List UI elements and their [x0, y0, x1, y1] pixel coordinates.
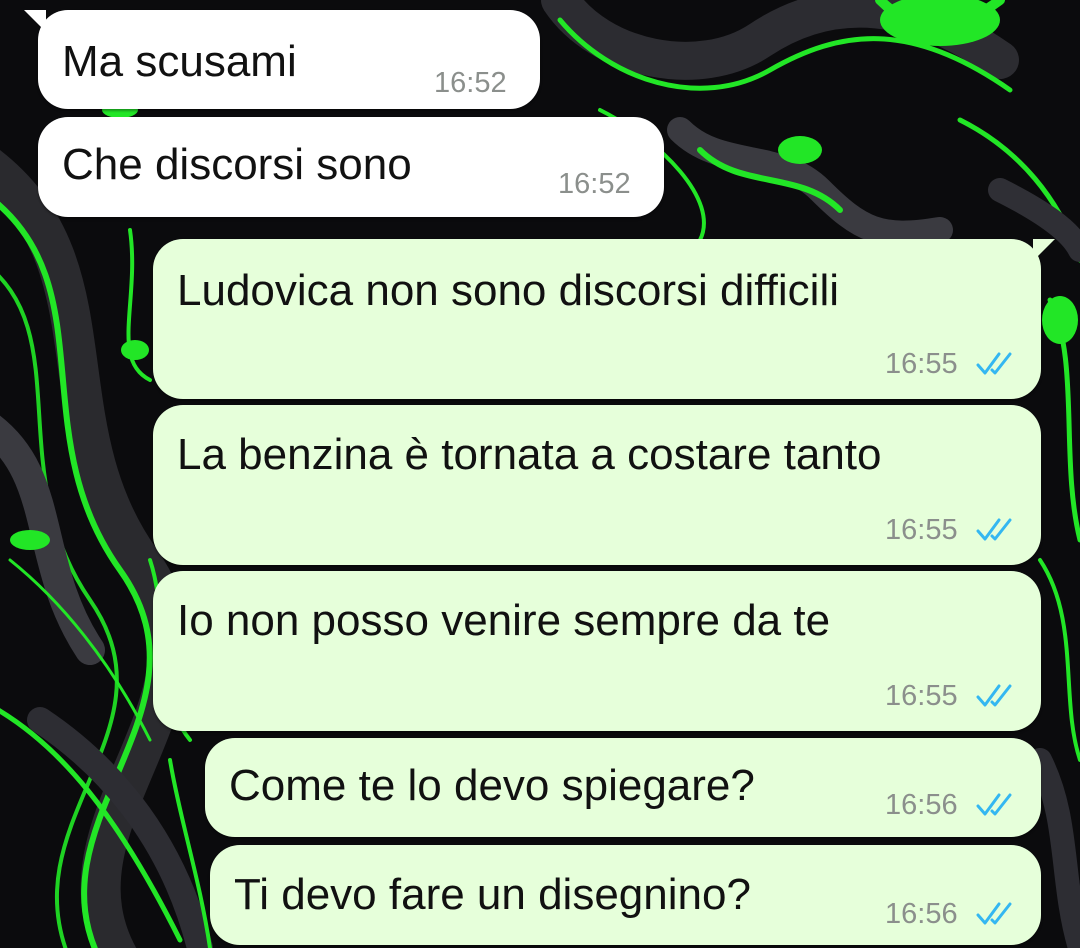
message-text: Come te lo devo spiegare? — [229, 761, 755, 810]
message-bubble[interactable]: Ma scusami 16:52 — [24, 10, 540, 109]
message-text: Che discorsi sono — [62, 140, 412, 189]
message-time: 16:52 — [434, 67, 507, 99]
message-bubble[interactable]: Io non posso venire sempre da te 16:55 — [153, 571, 1041, 731]
read-receipt-icon — [976, 352, 1012, 375]
message-text: Ti devo fare un disegnino? — [234, 870, 751, 919]
read-receipt-icon — [976, 684, 1012, 707]
message-text: Io non posso venire sempre da te — [177, 596, 831, 645]
message-time: 16:55 — [885, 514, 958, 546]
message-text: La benzina è tornata a costare tanto — [177, 430, 882, 479]
message-time: 16:55 — [885, 348, 958, 380]
message-bubble[interactable]: Ludovica non sono discorsi difficili 16:… — [153, 239, 1055, 399]
message-time: 16:56 — [885, 789, 958, 821]
read-receipt-icon — [976, 518, 1012, 541]
bubble-tail — [24, 10, 46, 32]
message-bubble[interactable]: Ti devo fare un disegnino? 16:56 — [210, 845, 1041, 945]
message-text: Ludovica non sono discorsi difficili — [177, 266, 839, 315]
message-text: Ma scusami — [62, 37, 297, 86]
message-bubble[interactable]: Che discorsi sono 16:52 — [38, 117, 664, 217]
message-bubble[interactable]: La benzina è tornata a costare tanto 16:… — [153, 405, 1041, 565]
message-time: 16:55 — [885, 680, 958, 712]
message-bubble[interactable]: Come te lo devo spiegare? 16:56 — [205, 738, 1041, 837]
message-time: 16:52 — [558, 168, 631, 200]
read-receipt-icon — [976, 902, 1012, 925]
message-time: 16:56 — [885, 898, 958, 930]
read-receipt-icon — [976, 793, 1012, 816]
bubble-tail — [1033, 239, 1055, 261]
